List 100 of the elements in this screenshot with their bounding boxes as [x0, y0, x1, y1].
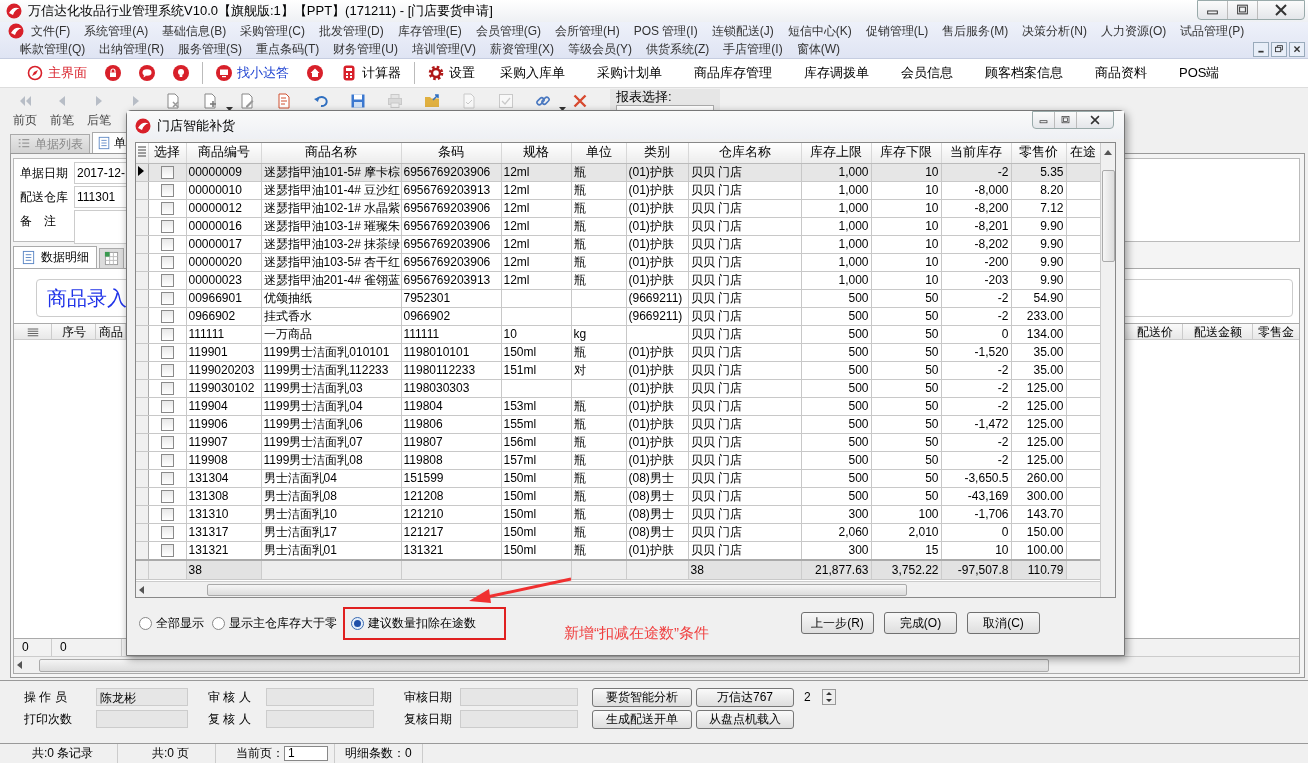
- column-header[interactable]: 商品名称: [261, 143, 401, 163]
- toolbar-link[interactable]: 采购入库单: [484, 64, 581, 82]
- toolbar-link[interactable]: 计算器: [332, 64, 410, 82]
- table-cell: 9.90: [1011, 253, 1066, 271]
- table-cell: 瓶: [571, 181, 626, 199]
- menu-item[interactable]: 促销管理(L): [858, 22, 936, 40]
- menu-item[interactable]: 薪资管理(X): [483, 40, 561, 58]
- table-cell: 6956769203913: [401, 181, 501, 199]
- table-cell: kg: [571, 325, 626, 343]
- dialog-button[interactable]: 完成(O): [884, 612, 957, 634]
- table-cell: 10: [871, 181, 941, 199]
- toolbar-link[interactable]: 设置: [419, 64, 484, 82]
- table-cell: 10: [871, 217, 941, 235]
- column-header[interactable]: 选择: [148, 143, 186, 163]
- table-cell: 0966902: [401, 307, 501, 325]
- table-cell: (01)护肤: [626, 253, 688, 271]
- table-cell: 35.00: [1011, 343, 1066, 361]
- menu-item[interactable]: 服务管理(S): [171, 40, 249, 58]
- menu-item[interactable]: 文件(F): [24, 22, 78, 40]
- table-cell: 贝贝 门店: [688, 397, 801, 415]
- menu-item[interactable]: 批发管理(D): [312, 22, 391, 40]
- toolbar-link[interactable]: 商品资料: [1079, 64, 1163, 82]
- number-field[interactable]: 2: [800, 690, 820, 704]
- table-cell: 贝贝 门店: [688, 343, 801, 361]
- radio-button[interactable]: 全部显示: [139, 614, 204, 632]
- input-field[interactable]: 2017-12-: [74, 162, 127, 184]
- menu-item[interactable]: 售后服务(M): [935, 22, 1016, 40]
- menu-item[interactable]: 会所管理(H): [548, 22, 627, 40]
- input-field[interactable]: 陈龙彬: [96, 688, 188, 706]
- table-cell: 瓶: [571, 451, 626, 469]
- menu-item[interactable]: 库存管理(E): [390, 22, 469, 40]
- menu-item[interactable]: 供货系统(Z): [639, 40, 717, 58]
- table-cell: 瓶: [571, 523, 626, 541]
- column-header[interactable]: 零售金: [1253, 324, 1299, 339]
- radio-button[interactable]: 显示主仓库存大于零: [212, 614, 337, 632]
- column-header[interactable]: 类别: [626, 143, 688, 163]
- menu-item[interactable]: 短信中心(K): [780, 22, 859, 40]
- menu-item[interactable]: 试品管理(P): [1173, 22, 1252, 40]
- menu-item[interactable]: 培训管理(V): [405, 40, 483, 58]
- menu-item[interactable]: 基础信息(B): [155, 22, 234, 40]
- input-field[interactable]: 111301: [74, 186, 127, 208]
- table-cell: 50: [871, 307, 941, 325]
- table-cell: 50: [871, 379, 941, 397]
- table-cell: 9.90: [1011, 217, 1066, 235]
- menu-item[interactable]: 会员管理(G): [468, 22, 548, 40]
- menu-item[interactable]: 连锁配送(J): [704, 22, 781, 40]
- table-cell: 8.20: [1011, 181, 1066, 199]
- menu-item[interactable]: 出纳管理(R): [92, 40, 171, 58]
- action-button[interactable]: 要货智能分析: [592, 687, 692, 707]
- menu-item[interactable]: 手店管理(I): [716, 40, 790, 58]
- action-button[interactable]: 万信达767: [696, 687, 794, 707]
- table-cell: 1,000: [801, 253, 871, 271]
- column-header[interactable]: 配送价: [1127, 324, 1183, 339]
- table-cell: 1199男士洁面乳010101: [261, 343, 401, 361]
- tab[interactable]: 数据明细: [13, 246, 97, 268]
- column-header[interactable]: 规格: [501, 143, 571, 163]
- column-header[interactable]: 商品编号: [186, 143, 261, 163]
- column-header[interactable]: 当前库存: [941, 143, 1011, 163]
- table-cell: 瓶: [571, 271, 626, 289]
- action-button[interactable]: 从盘点机载入: [696, 709, 794, 729]
- column-header[interactable]: 零售价: [1011, 143, 1066, 163]
- column-header[interactable]: 库存上限: [801, 143, 871, 163]
- menu-item[interactable]: 重点条码(T): [249, 40, 327, 58]
- menu-item[interactable]: 采购管理(C): [233, 22, 312, 40]
- column-header[interactable]: 配送金额: [1183, 324, 1253, 339]
- column-header[interactable]: 条码: [401, 143, 501, 163]
- dialog-button[interactable]: 上一步(R): [801, 612, 874, 634]
- table-cell: 贝贝 门店: [688, 415, 801, 433]
- menu-item[interactable]: 等级会员(Y): [561, 40, 639, 58]
- menu-item[interactable]: 人力资源(O): [1094, 22, 1174, 40]
- table-cell: 1,000: [801, 271, 871, 289]
- menu-item[interactable]: 帐款管理(Q): [13, 40, 93, 58]
- toolbar-link[interactable]: 采购计划单: [581, 64, 678, 82]
- tab[interactable]: 单: [92, 132, 127, 153]
- table-cell: 0: [941, 325, 1011, 343]
- menu-item[interactable]: 决策分析(N): [1015, 22, 1095, 40]
- column-header[interactable]: 仓库名称: [688, 143, 801, 163]
- status-text: 明细条数：0: [334, 744, 423, 763]
- table-cell: 150ml: [501, 505, 571, 523]
- menu-item[interactable]: 财务管理(U): [326, 40, 405, 58]
- toolbar-link[interactable]: 会员信息: [885, 64, 969, 82]
- dialog-button[interactable]: 取消(C): [967, 612, 1040, 634]
- column-header[interactable]: 在途: [1066, 143, 1100, 163]
- table-cell: -43,169: [941, 487, 1011, 505]
- column-header[interactable]: 单位: [571, 143, 626, 163]
- page-field[interactable]: 1: [284, 746, 328, 761]
- toolbar-link[interactable]: 顾客档案信息: [969, 64, 1079, 82]
- column-header[interactable]: 库存下限: [871, 143, 941, 163]
- toolbar-link[interactable]: 主界面: [18, 64, 96, 82]
- toolbar-link[interactable]: 找小达答: [207, 64, 298, 82]
- action-button[interactable]: 生成配送开单: [592, 709, 692, 729]
- toolbar-link[interactable]: POS端: [1163, 64, 1236, 82]
- table-cell: 贝贝 门店: [688, 433, 801, 451]
- column-header[interactable]: 序号: [52, 324, 96, 339]
- toolbar-link[interactable]: 库存调拨单: [788, 64, 885, 82]
- menu-item[interactable]: POS 管理(I): [626, 22, 705, 40]
- menu-item[interactable]: 系统管理(A): [77, 22, 156, 40]
- radio-button[interactable]: 建议数量扣除在途数: [351, 614, 476, 632]
- menu-item[interactable]: 窗体(W): [789, 40, 847, 58]
- toolbar-link[interactable]: 商品库存管理: [678, 64, 788, 82]
